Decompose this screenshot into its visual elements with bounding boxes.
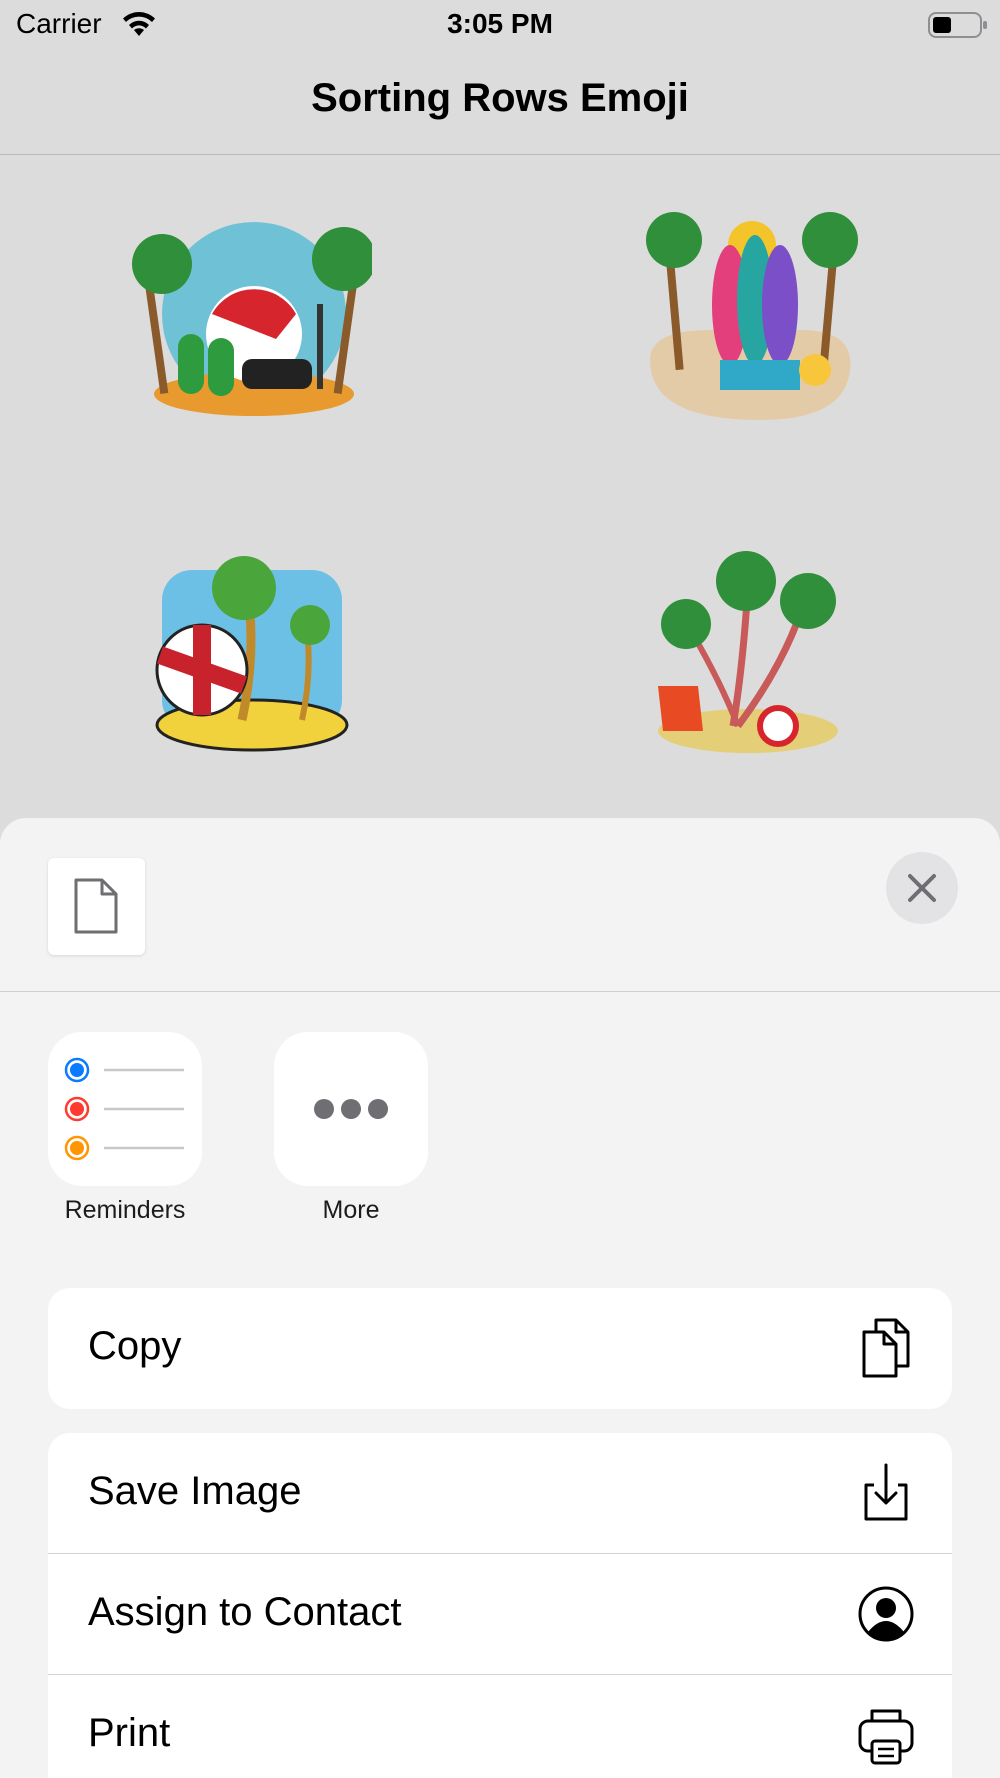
surfboards-island-sticker[interactable] <box>630 210 870 430</box>
palms-lounge-chair-sticker[interactable] <box>628 546 868 766</box>
share-sheet-header <box>0 818 1000 992</box>
more-app-label: More <box>322 1196 380 1224</box>
copy-label: Copy <box>88 1324 182 1368</box>
print-icon <box>858 1709 914 1765</box>
print-action[interactable]: Print <box>48 1675 952 1778</box>
save-image-label: Save Image <box>88 1469 302 1513</box>
beach-ball-flipflops-sticker[interactable] <box>132 214 372 434</box>
assign-to-contact-action[interactable]: Assign to Contact <box>48 1554 952 1675</box>
close-icon <box>908 874 936 902</box>
more-icon <box>314 1099 388 1119</box>
status-bar: Carrier 3:05 PM <box>0 0 1000 50</box>
copy-icon <box>862 1318 910 1378</box>
copy-action[interactable]: Copy <box>48 1288 952 1409</box>
battery-icon <box>928 12 987 38</box>
share-sheet: Reminders More Copy Save Image Assign to… <box>0 818 1000 1778</box>
reminders-app-label: Reminders <box>64 1196 186 1224</box>
navigation-bar: Sorting Rows Emoji <box>0 50 1000 155</box>
contact-icon <box>858 1586 914 1642</box>
document-thumbnail <box>48 858 145 955</box>
document-icon <box>74 878 118 934</box>
clock: 3:05 PM <box>447 8 553 39</box>
copy-action-group: Copy <box>48 1288 952 1409</box>
save-image-action[interactable]: Save Image <box>48 1433 952 1554</box>
reminders-icon <box>64 1057 184 1161</box>
actions-group: Save Image Assign to Contact Print <box>48 1433 952 1778</box>
reminders-app-button[interactable] <box>48 1032 202 1186</box>
save-image-icon <box>864 1463 908 1521</box>
beach-ball-palm-sticker[interactable] <box>132 550 372 770</box>
more-app-button[interactable] <box>274 1032 428 1186</box>
page-title: Sorting Rows Emoji <box>311 76 689 120</box>
close-button[interactable] <box>886 852 958 924</box>
print-label: Print <box>88 1711 171 1755</box>
assign-to-contact-label: Assign to Contact <box>88 1590 402 1634</box>
